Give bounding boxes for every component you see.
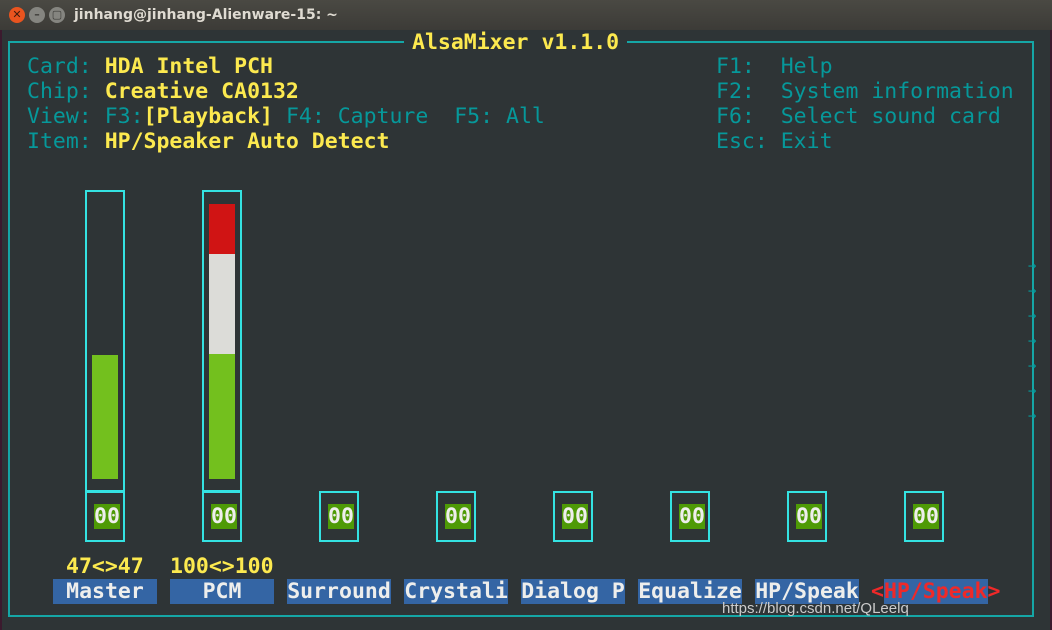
mute-toggle-5[interactable]: 00 <box>670 491 710 542</box>
scroll-right-arrow-icon: → <box>1028 308 1037 324</box>
pcm-level-red <box>209 204 235 254</box>
pcm-value: 100<>100 <box>170 554 274 579</box>
window-titlebar: ✕ – ▢ jinhang@jinhang-Alienware-15: ~ <box>0 0 1052 30</box>
item-value: HP/Speaker Auto Detect <box>104 129 390 154</box>
scroll-right-arrow-icon: → <box>1028 383 1037 399</box>
scroll-right-arrow-icon: → <box>1028 408 1037 424</box>
mute-toggle-7[interactable]: 00 <box>904 491 944 542</box>
control-label[interactable]: Crystali <box>404 579 508 604</box>
control-label[interactable]: Surround <box>287 579 391 604</box>
control-label[interactable]: Master <box>53 579 157 604</box>
mute-toggle-1[interactable]: 00 <box>202 491 242 542</box>
view-row: View: F3:[Playback] F4: Capture F5: All <box>27 104 545 129</box>
scroll-right-arrow-icon: → <box>1028 333 1037 349</box>
maximize-icon[interactable]: ▢ <box>49 7 65 23</box>
mute-state: 00 <box>562 504 588 529</box>
item-row: Item: HP/Speaker Auto Detect <box>27 129 389 154</box>
chip-row: Chip: Creative CA0132 <box>27 79 299 104</box>
card-value: HDA Intel PCH <box>104 54 273 79</box>
key-select-card: F6: Select sound card <box>716 104 1001 129</box>
item-label: Item: <box>27 129 92 154</box>
mute-state: 00 <box>94 504 120 529</box>
mute-toggle-6[interactable]: 00 <box>787 491 827 542</box>
close-icon[interactable]: ✕ <box>9 7 25 23</box>
mute-state: 00 <box>796 504 822 529</box>
mute-toggle-0[interactable]: 00 <box>85 491 125 542</box>
control-label[interactable]: PCM <box>170 579 274 604</box>
tab-all[interactable]: F5: All <box>454 104 545 129</box>
master-value: 47<>47 <box>66 554 144 579</box>
chip-value: Creative CA0132 <box>104 79 299 104</box>
scroll-right-arrow-icon: → <box>1028 258 1037 274</box>
view-f3: F3: <box>104 104 144 129</box>
mute-state: 00 <box>445 504 471 529</box>
mute-state: 00 <box>211 504 237 529</box>
app-title: AlsaMixer v1.1.0 <box>404 30 628 55</box>
mute-toggle-4[interactable]: 00 <box>553 491 593 542</box>
card-row: Card: HDA Intel PCH <box>27 54 273 79</box>
view-label: View: <box>27 104 92 129</box>
mute-state: 00 <box>913 504 939 529</box>
scroll-right-arrow-icon: → <box>1028 283 1037 299</box>
master-level-fill <box>92 355 118 479</box>
tab-playback[interactable]: [Playback] <box>144 104 273 129</box>
mute-toggle-2[interactable]: 00 <box>319 491 359 542</box>
key-exit: Esc: Exit <box>716 129 833 154</box>
window-title: jinhang@jinhang-Alienware-15: ~ <box>74 7 338 23</box>
watermark: https://blog.csdn.net/QLeelq <box>722 600 909 617</box>
card-label: Card: <box>27 54 92 79</box>
minimize-icon[interactable]: – <box>29 7 45 23</box>
pcm-level-white <box>209 254 235 354</box>
chip-label: Chip: <box>27 79 92 104</box>
key-sysinfo: F2: System information <box>716 79 1014 104</box>
pcm-level-green <box>209 354 235 479</box>
scroll-right-arrow-icon: → <box>1028 358 1037 374</box>
tab-capture[interactable]: F4: Capture <box>286 104 428 129</box>
mute-state: 00 <box>679 504 705 529</box>
key-help: F1: Help <box>716 54 833 79</box>
control-label[interactable]: Dialog P <box>521 579 625 604</box>
mute-state: 00 <box>328 504 354 529</box>
mute-toggle-3[interactable]: 00 <box>436 491 476 542</box>
